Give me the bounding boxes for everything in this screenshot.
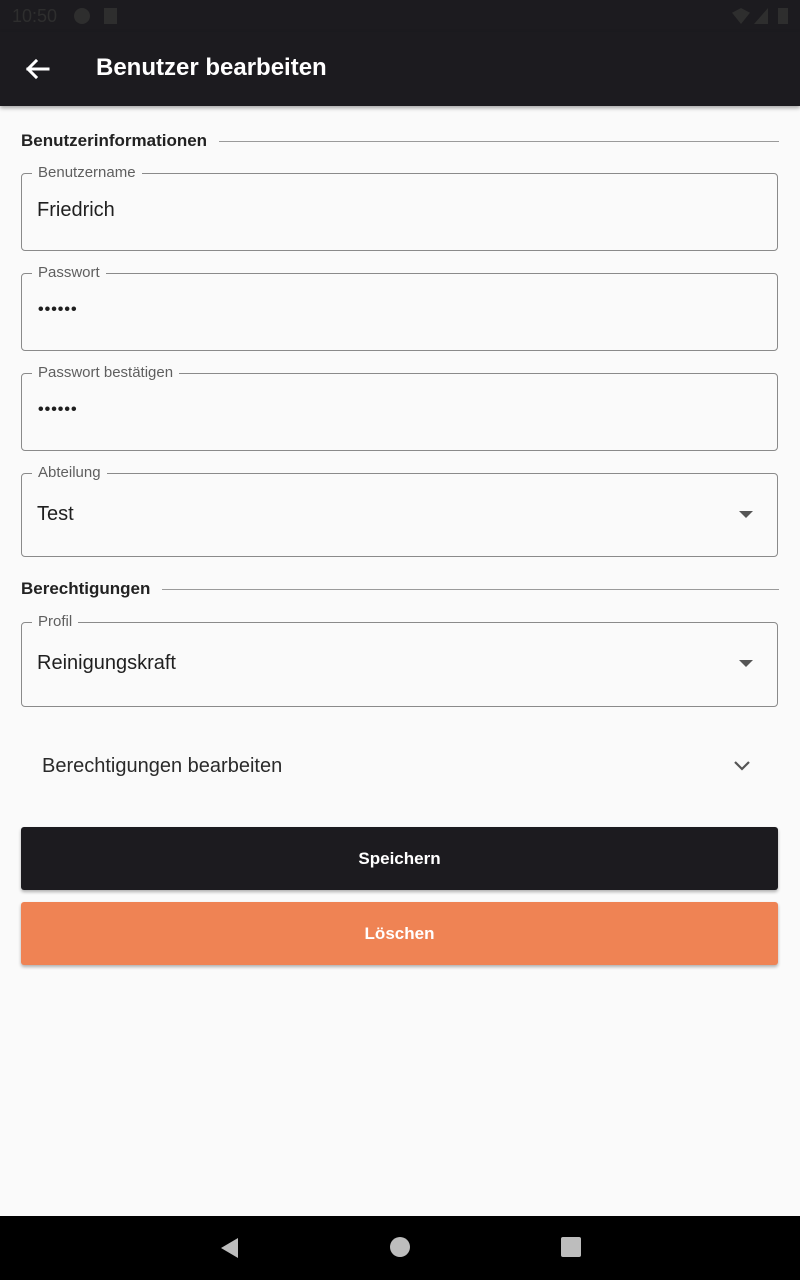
section-permissions: Berechtigungen: [21, 577, 779, 601]
edit-permissions-label: Berechtigungen bearbeiten: [42, 755, 283, 777]
password-value: ••••••: [38, 301, 78, 318]
username-field[interactable]: Benutzername Friedrich: [21, 164, 778, 251]
wifi-icon: [732, 8, 750, 24]
edit-permissions-expander[interactable]: Berechtigungen bearbeiten: [21, 738, 778, 796]
signal-icon: [754, 8, 768, 24]
password-confirm-label: Passwort bestätigen: [32, 364, 180, 382]
password-confirm-value: ••••••: [38, 401, 78, 418]
status-time: 10:50: [12, 6, 58, 26]
password-confirm-field[interactable]: Passwort bestätigen ••••••: [21, 364, 778, 451]
chevron-down-icon: [732, 758, 752, 774]
page-title: Benutzer bearbeiten: [96, 54, 327, 81]
section-user-info-label: Benutzerinformationen: [21, 131, 208, 150]
arrow-back-icon[interactable]: [22, 54, 52, 84]
nav-recents-icon[interactable]: [560, 1236, 582, 1263]
delete-button[interactable]: Löschen: [21, 902, 778, 965]
section-divider: [162, 588, 779, 590]
status-bar: 10:50: [0, 0, 800, 32]
department-label: Abteilung: [32, 464, 107, 482]
section-user-info: Benutzerinformationen: [21, 129, 779, 153]
nav-back-icon[interactable]: [219, 1236, 239, 1265]
notification-icon: [74, 8, 90, 24]
save-button[interactable]: Speichern: [21, 827, 778, 890]
nav-home-icon[interactable]: [389, 1236, 411, 1263]
dropdown-arrow-icon: [739, 660, 753, 667]
dropdown-arrow-icon: [739, 511, 753, 518]
app-bar: Benutzer bearbeiten: [0, 32, 800, 106]
battery-icon: [778, 8, 788, 24]
section-divider: [219, 140, 779, 142]
password-field[interactable]: Passwort ••••••: [21, 264, 778, 351]
department-value: Test: [37, 503, 74, 525]
sd-card-icon: [104, 8, 117, 24]
section-permissions-label: Berechtigungen: [21, 579, 151, 598]
username-value: Friedrich: [37, 199, 115, 221]
system-nav-bar: [0, 1216, 800, 1280]
profile-dropdown[interactable]: Profil Reinigungskraft: [21, 613, 778, 707]
profile-label: Profil: [32, 613, 79, 631]
profile-value: Reinigungskraft: [37, 652, 176, 674]
password-label: Passwort: [32, 264, 106, 282]
username-label: Benutzername: [32, 164, 142, 182]
department-dropdown[interactable]: Abteilung Test: [21, 464, 778, 557]
